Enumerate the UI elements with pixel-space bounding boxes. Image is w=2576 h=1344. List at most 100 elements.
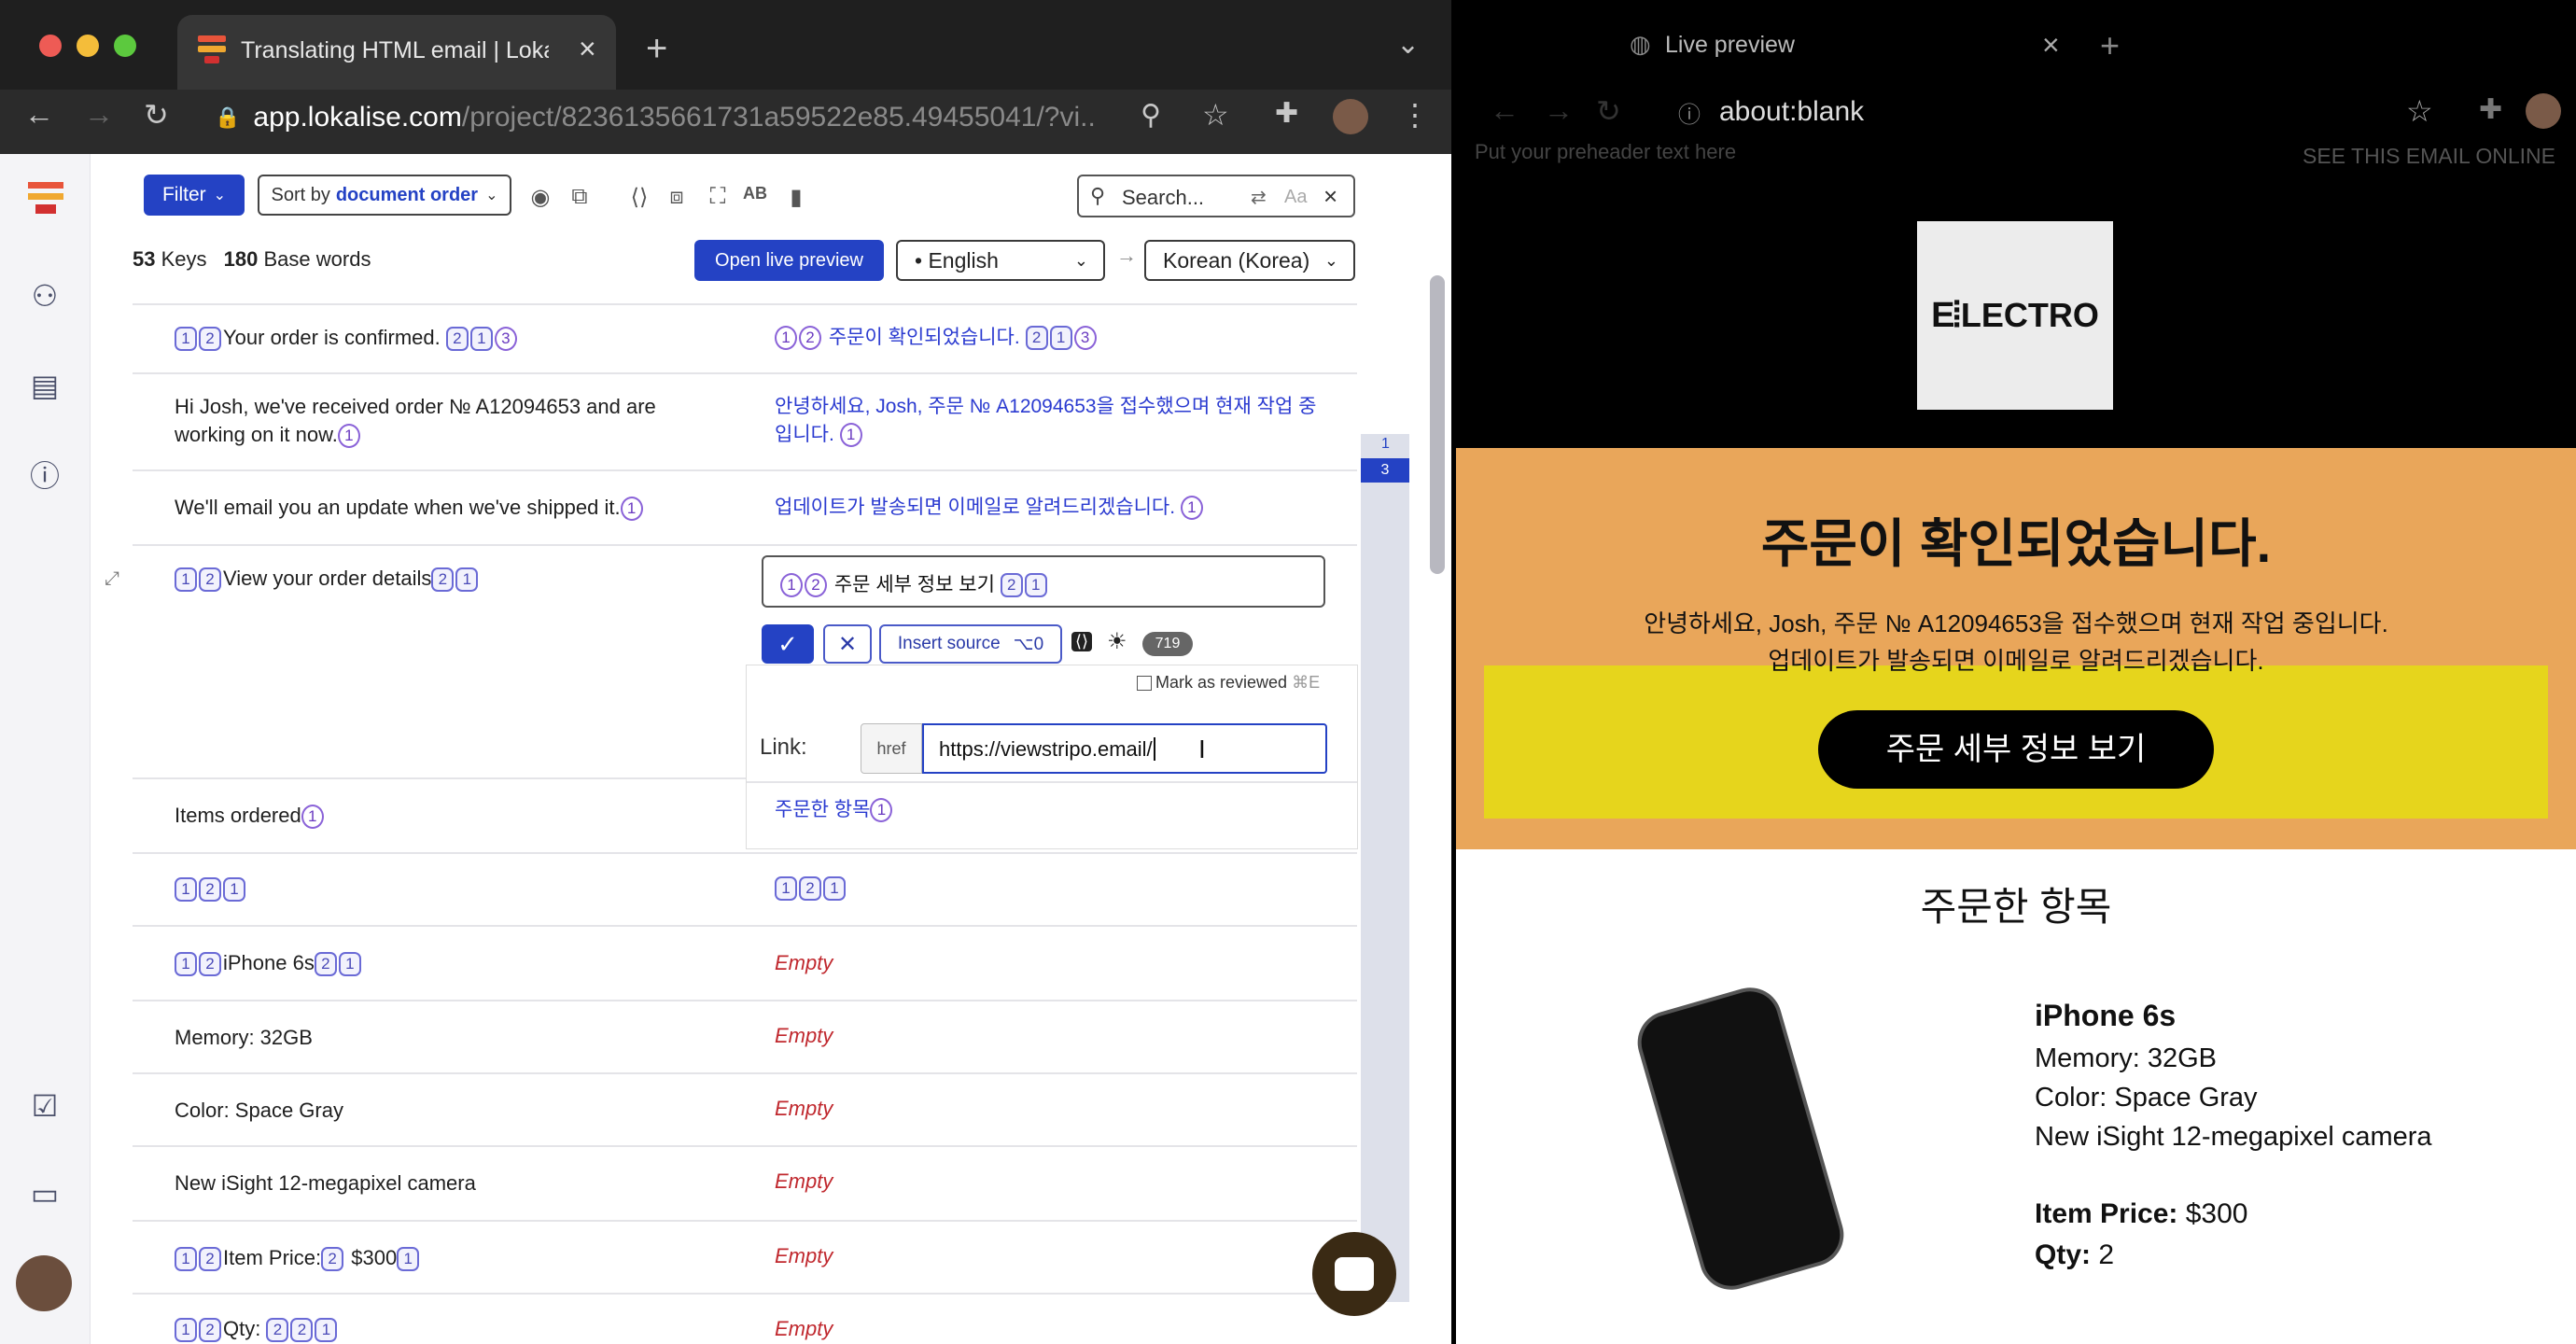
table-row[interactable]: Hi Josh, we've received order № A1209465… <box>133 374 1357 471</box>
spellcheck-icon[interactable]: AB <box>743 184 767 203</box>
tasks-icon[interactable]: ☑ <box>26 1087 63 1125</box>
lokalise-app: ⚇ ▤ ⓘ ☑ ▭ Filter ⌄ Sort by document order… <box>0 154 1451 1344</box>
confirm-translation-button[interactable]: ✓ <box>762 624 814 664</box>
focus-icon[interactable]: ⛶ <box>706 184 730 210</box>
screenshots-icon[interactable]: ⧈ <box>665 184 689 210</box>
product-memory: Memory: 32GB <box>2035 1043 2217 1073</box>
email-body-line-1: 안녕하세요, Josh, 주문 № A12094653을 접수했으며 현재 작업… <box>1644 609 2388 637</box>
insert-source-button[interactable]: Insert source ⌥0 <box>879 624 1062 664</box>
tab-live-preview[interactable]: ◍ Live preview <box>1630 13 1852 78</box>
electro-logo: E⦙ LECTRO <box>1917 221 2113 410</box>
user-avatar[interactable] <box>16 1255 72 1311</box>
lock-icon: 🔒 <box>215 105 241 129</box>
bookmark-star-icon[interactable]: ☆ <box>1202 97 1229 133</box>
settings-sun-icon[interactable]: ☀ <box>1107 628 1127 655</box>
product-camera: New iSight 12-megapixel camera <box>2035 1122 2432 1152</box>
expand-row-icon[interactable]: ⤢ <box>105 568 119 590</box>
chat-icon <box>1335 1257 1374 1291</box>
table-row[interactable]: 121 121 <box>133 854 1357 927</box>
product-color: Color: Space Gray <box>2035 1083 2258 1113</box>
reload-icon[interactable]: ↻ <box>144 97 169 133</box>
reload-icon[interactable]: ↻ <box>1596 93 1621 129</box>
cancel-translation-button[interactable]: ✕ <box>823 624 872 664</box>
minimap-current[interactable]: 3 <box>1361 458 1409 483</box>
see-online-link[interactable]: SEE THIS EMAIL ONLINE <box>2303 144 2555 169</box>
hierarchy-icon[interactable]: ⚇ <box>26 277 63 315</box>
clear-search-icon[interactable]: × <box>1323 182 1337 211</box>
table-row[interactable]: Color: Space Gray Empty <box>133 1074 1357 1147</box>
tab-title: Translating HTML email | Lokalise <box>241 37 549 63</box>
product-name: iPhone 6s <box>2035 999 2177 1032</box>
link-href-input[interactable]: https://viewstripo.email/ <box>922 723 1327 774</box>
mark-as-reviewed-checkbox[interactable]: Mark as reviewed ⌘E <box>1137 673 1320 693</box>
preheader-text: Put your preheader text here <box>1475 140 1737 163</box>
bookmark-star-icon[interactable]: ☆ <box>2406 93 2433 129</box>
close-tab-icon[interactable]: × <box>579 32 596 66</box>
keys-minimap[interactable]: 1 3 53 <box>1361 434 1409 1302</box>
forward-icon[interactable]: → <box>84 97 114 132</box>
address-bar[interactable]: ⓘ about:blank <box>1678 91 2238 133</box>
table-row[interactable]: 1 2 iPhone 6s 2 1 Empty <box>133 927 1357 1001</box>
back-icon[interactable]: ← <box>1490 93 1519 128</box>
extensions-icon[interactable]: ✚ <box>1275 97 1298 130</box>
profile-avatar[interactable] <box>2526 93 2561 129</box>
bookmark-icon[interactable]: ▮ <box>784 184 808 211</box>
table-row[interactable]: 1 2 Item Price: 2 $300 1 Empty <box>133 1222 1357 1295</box>
project-stats: 53 Keys 180 Base words <box>133 247 371 271</box>
extensions-icon[interactable]: ✚ <box>2479 93 2502 126</box>
comments-icon[interactable]: ▭ <box>26 1175 63 1212</box>
arrow-right-icon: → <box>1116 244 1137 267</box>
left-rail: ⚇ ▤ ⓘ ☑ ▭ <box>0 154 91 1344</box>
clipboard-icon[interactable]: ▤ <box>26 367 63 404</box>
zoom-icon[interactable]: ⚲ <box>1141 99 1161 132</box>
email-preview: Put your preheader text here SEE THIS EM… <box>1456 131 2576 1344</box>
chat-launcher-button[interactable] <box>1312 1232 1396 1316</box>
href-label: href <box>861 723 922 774</box>
lokalise-logo-icon[interactable] <box>28 182 63 219</box>
table-row[interactable]: We'll email you an update when we've shi… <box>133 471 1357 546</box>
link-label: Link: <box>760 735 807 760</box>
new-tab-icon[interactable]: + <box>2100 26 2120 65</box>
copy-icon[interactable]: ⧉ <box>567 184 592 210</box>
match-case-toggle[interactable]: Aa <box>1284 187 1307 208</box>
address-bar[interactable]: 🔒 app.lokalise.com /project/823613566173… <box>215 97 1176 138</box>
iphone-image <box>1634 985 1847 1293</box>
profile-avatar[interactable] <box>1333 99 1368 134</box>
new-tab-icon[interactable]: + <box>646 28 667 70</box>
translation-editor-input[interactable]: 12 주문 세부 정보 보기 21 <box>762 555 1325 608</box>
product-qty: Qty: 2 <box>2035 1239 2115 1270</box>
table-row[interactable]: 1 2 Your order is confirmed. 213 12 주문이 확인… <box>133 303 1357 374</box>
close-tab-icon[interactable]: × <box>2042 28 2060 63</box>
tab-lokalise[interactable]: Translating HTML email | Lokalise × <box>177 15 616 90</box>
table-row[interactable]: 1 2 Qty: 221 Empty <box>133 1295 1357 1344</box>
help-icon[interactable]: ⓘ <box>26 457 63 495</box>
table-row[interactable]: New iSight 12-megapixel camera Empty <box>133 1147 1357 1222</box>
tab-bar: Translating HTML email | Lokalise × + ⌄ <box>0 0 1451 103</box>
maximize-window-button[interactable] <box>114 35 136 57</box>
regex-icon[interactable]: ⇄ <box>1251 186 1267 209</box>
close-window-button[interactable] <box>39 35 62 57</box>
source-language-select[interactable]: • English ⌄ <box>896 240 1105 281</box>
info-icon: ⓘ <box>1678 102 1701 128</box>
table-row[interactable]: Memory: 32GB Empty <box>133 1001 1357 1074</box>
code-tag-icon[interactable]: ⟨⟩ <box>1071 632 1093 651</box>
tab-list-chevron-icon[interactable]: ⌄ <box>1396 28 1420 61</box>
view-order-details-button[interactable]: 주문 세부 정보 보기 <box>1818 710 2214 789</box>
code-view-icon[interactable]: ⟨⟩ <box>627 184 651 211</box>
target-language-select[interactable]: Korean (Korea) ⌄ <box>1144 240 1355 281</box>
forward-icon[interactable]: → <box>1544 93 1574 128</box>
open-live-preview-button[interactable]: Open live preview <box>694 240 884 281</box>
search-box[interactable]: ⚲ Search... ⇄ Aa × <box>1077 175 1355 217</box>
translation-memory-icon[interactable]: ◉ <box>528 184 553 211</box>
globe-icon: ◍ <box>1630 30 1651 58</box>
items-heading: 주문한 항목 <box>1920 885 2112 929</box>
minimize-window-button[interactable] <box>77 35 99 57</box>
url-domain: app.lokalise.com <box>253 102 462 133</box>
browser-menu-icon[interactable]: ⋮ <box>1400 97 1430 133</box>
filter-button[interactable]: Filter ⌄ <box>144 175 245 216</box>
scrollbar[interactable] <box>1430 275 1445 574</box>
tab-title: Live preview <box>1665 32 1795 58</box>
sort-dropdown[interactable]: Sort by document order ⌄ <box>258 175 511 216</box>
back-icon[interactable]: ← <box>24 97 54 132</box>
char-count-badge: 719 <box>1142 632 1193 656</box>
